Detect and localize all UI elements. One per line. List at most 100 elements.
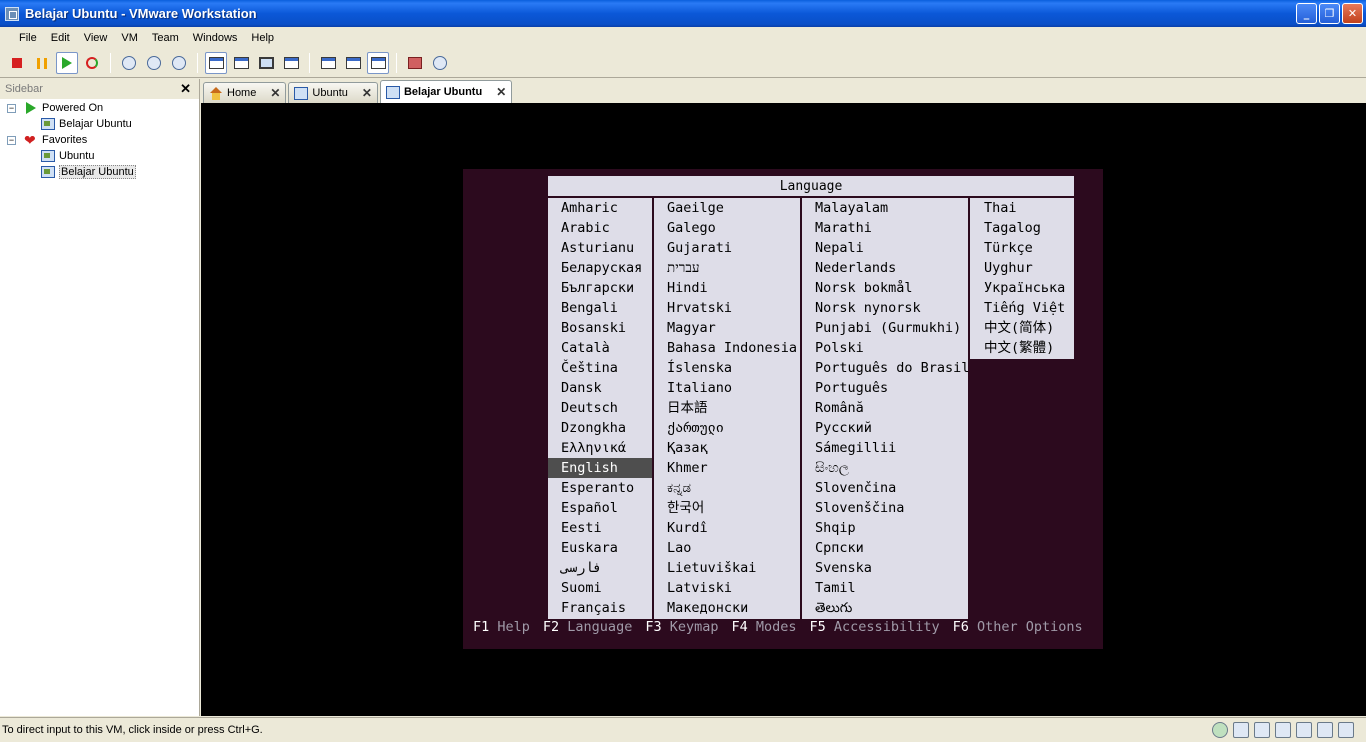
minimize-button[interactable]: _ (1296, 3, 1317, 24)
appliance-view-button[interactable] (342, 52, 364, 74)
language-option[interactable]: Қазақ (654, 438, 800, 458)
language-option[interactable]: Marathi (802, 218, 968, 238)
language-option[interactable]: Nederlands (802, 258, 968, 278)
tab-close-icon[interactable]: ✕ (362, 86, 372, 100)
quick-switch-button[interactable] (230, 52, 252, 74)
ubuntu-installer-screen[interactable]: Language Amharic Arabic Asturianu Беларуска… (463, 169, 1103, 649)
collapse-icon[interactable]: − (7, 135, 16, 145)
vmware-tools-icon[interactable] (1212, 722, 1228, 738)
language-option[interactable]: Latviski (654, 578, 800, 598)
language-option[interactable]: Dansk (548, 378, 652, 398)
language-option[interactable]: Türkçe (970, 238, 1074, 258)
language-option[interactable]: Slovenčina (802, 478, 968, 498)
language-option[interactable]: 中文(繁體) (970, 338, 1074, 358)
reset-button[interactable] (81, 52, 103, 74)
language-option[interactable]: Svenska (802, 558, 968, 578)
language-option[interactable]: Gaeilge (654, 198, 800, 218)
language-option[interactable]: Asturianu (548, 238, 652, 258)
message-log-icon[interactable] (1338, 722, 1354, 738)
language-option[interactable]: Italiano (654, 378, 800, 398)
language-option[interactable]: Lietuviškai (654, 558, 800, 578)
language-option[interactable]: Kurdî (654, 518, 800, 538)
language-option[interactable]: English (548, 458, 652, 478)
record-button[interactable] (404, 52, 426, 74)
revert-snapshot-button[interactable] (143, 52, 165, 74)
language-option[interactable]: Euskara (548, 538, 652, 558)
menu-vm[interactable]: VM (114, 32, 145, 44)
language-option[interactable]: Polski (802, 338, 968, 358)
language-option[interactable]: Galego (654, 218, 800, 238)
tab-close-icon[interactable]: ✕ (496, 85, 506, 99)
language-option[interactable]: Uyghur (970, 258, 1074, 278)
menu-file[interactable]: File (12, 32, 44, 44)
tab-ubuntu[interactable]: Ubuntu ✕ (288, 82, 378, 103)
language-option[interactable]: فارسی (548, 558, 652, 578)
language-option[interactable]: Hrvatski (654, 298, 800, 318)
function-key-f3[interactable]: F3 Keymap (645, 619, 718, 635)
language-option[interactable]: Română (802, 398, 968, 418)
replay-button[interactable] (429, 52, 451, 74)
language-option[interactable]: Norsk bokmål (802, 278, 968, 298)
language-option[interactable]: Bengali (548, 298, 652, 318)
language-option[interactable]: Tiếng Việt (970, 298, 1074, 318)
language-option[interactable]: Shqip (802, 518, 968, 538)
function-key-f2[interactable]: F2 Language (543, 619, 632, 635)
menu-edit[interactable]: Edit (44, 32, 77, 44)
collapse-icon[interactable]: − (7, 103, 16, 113)
full-screen-button[interactable] (255, 52, 277, 74)
language-option[interactable]: Arabic (548, 218, 652, 238)
language-option[interactable]: Norsk nynorsk (802, 298, 968, 318)
language-option[interactable]: Bosanski (548, 318, 652, 338)
suspend-button[interactable] (31, 52, 53, 74)
language-option[interactable]: Српски (802, 538, 968, 558)
language-option[interactable]: Català (548, 338, 652, 358)
tree-group-powered-on[interactable]: − Powered On (0, 100, 199, 116)
language-option[interactable]: Thai (970, 198, 1074, 218)
language-option[interactable]: 한국어 (654, 498, 800, 518)
tree-group-favorites[interactable]: − ❤ Favorites (0, 132, 199, 148)
sound-icon[interactable] (1317, 722, 1333, 738)
vm-console[interactable]: Language Amharic Arabic Asturianu Беларуска… (201, 103, 1366, 716)
language-option[interactable]: Nepali (802, 238, 968, 258)
summary-view-button[interactable] (317, 52, 339, 74)
tab-home[interactable]: Home ✕ (203, 82, 287, 103)
hard-disk-icon[interactable] (1233, 722, 1249, 738)
unity-button[interactable] (280, 52, 302, 74)
console-view-button[interactable] (367, 52, 389, 74)
menu-windows[interactable]: Windows (186, 32, 245, 44)
network-icon[interactable] (1275, 722, 1291, 738)
language-option[interactable]: తెలుగు (802, 598, 968, 618)
language-option[interactable]: Українська (970, 278, 1074, 298)
language-option[interactable]: Čeština (548, 358, 652, 378)
language-option[interactable]: Ελληνικά (548, 438, 652, 458)
language-option[interactable]: ಕನ್ನಡ (654, 478, 800, 498)
language-option[interactable]: Gujarati (654, 238, 800, 258)
language-option[interactable]: Русский (802, 418, 968, 438)
take-snapshot-button[interactable] (118, 52, 140, 74)
language-option[interactable]: Português do Brasil (802, 358, 969, 378)
tab-close-icon[interactable]: ✕ (270, 86, 280, 100)
language-option[interactable]: Sámegillii (802, 438, 968, 458)
tree-item-belajar-ubuntu[interactable]: Belajar Ubuntu (0, 164, 199, 180)
tree-item-belajar-ubuntu-running[interactable]: Belajar Ubuntu (0, 116, 199, 132)
language-option[interactable]: Português (802, 378, 968, 398)
language-option[interactable]: Deutsch (548, 398, 652, 418)
tab-belajar-ubuntu[interactable]: Belajar Ubuntu ✕ (379, 80, 513, 103)
language-option[interactable]: Français (548, 598, 652, 618)
language-option[interactable]: Eesti (548, 518, 652, 538)
language-option[interactable]: Dzongkha (548, 418, 652, 438)
snapshot-manager-button[interactable] (168, 52, 190, 74)
language-option[interactable]: עברית (654, 258, 800, 278)
function-key-f6[interactable]: F6 Other Options (953, 619, 1083, 635)
menu-team[interactable]: Team (145, 32, 186, 44)
language-option[interactable]: Íslenska (654, 358, 800, 378)
language-option[interactable]: Tamil (802, 578, 968, 598)
function-key-f5[interactable]: F5 Accessibility (810, 619, 940, 635)
language-option[interactable]: Tagalog (970, 218, 1074, 238)
language-option[interactable]: Suomi (548, 578, 652, 598)
language-option[interactable]: Khmer (654, 458, 800, 478)
language-option[interactable]: සිංහල (802, 458, 968, 478)
language-option[interactable]: ქართული (654, 418, 800, 438)
language-option[interactable]: Esperanto (548, 478, 652, 498)
language-option[interactable]: Bahasa Indonesia (654, 338, 800, 358)
